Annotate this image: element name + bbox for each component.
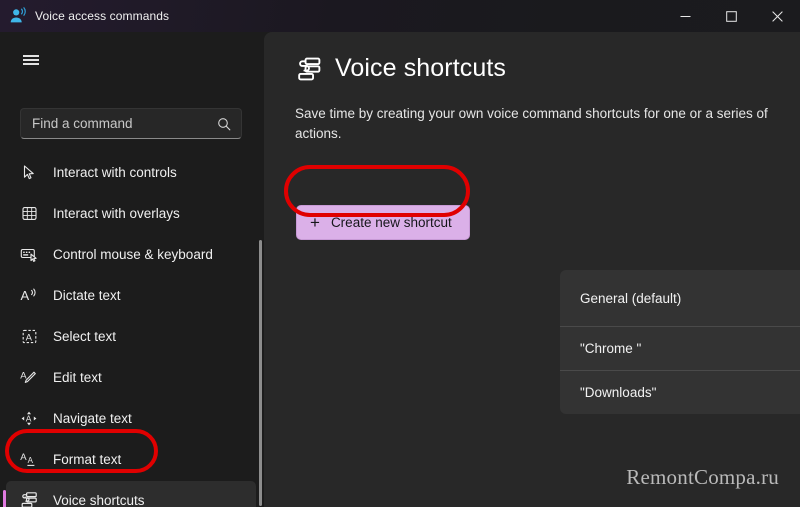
maximize-button[interactable]: [708, 0, 754, 32]
svg-text:A: A: [21, 288, 30, 303]
page-title: Voice shortcuts: [335, 54, 507, 82]
dictate-a-icon: A: [18, 284, 40, 306]
sidebar-scrollbar[interactable]: [259, 240, 262, 506]
sidebar-item-label: Control mouse & keyboard: [53, 246, 213, 262]
minimize-button[interactable]: [662, 0, 708, 32]
sidebar-item-label: Voice shortcuts: [53, 492, 145, 507]
sidebar-item-interact-with-controls[interactable]: Interact with controls: [6, 153, 256, 191]
sidebar-item-control-mouse-keyboard[interactable]: Control mouse & keyboard: [6, 235, 256, 273]
sidebar-item-format-text[interactable]: A A Format text: [6, 440, 256, 478]
sidebar-item-dictate-text[interactable]: A Dictate text: [6, 276, 256, 314]
sidebar-item-voice-shortcuts[interactable]: Voice shortcuts: [3, 481, 256, 507]
svg-text:A: A: [26, 413, 32, 423]
voice-access-icon: [9, 7, 27, 25]
sidebar-nav-list: Interact with controls Interact with ove…: [0, 150, 264, 507]
select-text-icon: A: [18, 325, 40, 347]
search-icon[interactable]: [217, 117, 231, 131]
main-content: Voice shortcuts Save time by creating yo…: [264, 32, 800, 507]
format-text-icon: A A: [18, 448, 40, 470]
sidebar-item-label: Interact with controls: [53, 164, 177, 180]
window-title: Voice access commands: [35, 9, 170, 23]
search-box[interactable]: Find a command: [20, 108, 242, 139]
hamburger-icon[interactable]: [13, 44, 49, 76]
search-input[interactable]: Find a command: [32, 116, 217, 131]
sidebar-item-label: Select text: [53, 328, 117, 344]
shortcut-label: "Chrome ": [580, 341, 642, 356]
voice-shortcuts-icon: [18, 489, 40, 507]
plus-icon: +: [310, 213, 320, 232]
sidebar-item-interact-with-overlays[interactable]: Interact with overlays: [6, 194, 256, 232]
voice-access-commands-window: Voice access commands Find a command Int…: [0, 0, 800, 507]
keyboard-mouse-icon: [18, 243, 40, 265]
grid-icon: [18, 202, 40, 224]
page-header: Voice shortcuts: [295, 54, 800, 83]
voice-shortcuts-icon: [295, 55, 322, 82]
sidebar: Find a command Interact with controls In…: [0, 32, 264, 507]
sidebar-item-label: Edit text: [53, 369, 102, 385]
watermark: RemontCompa.ru: [626, 465, 779, 489]
navigate-arrows-icon: A: [18, 407, 40, 429]
edit-pencil-icon: A: [18, 366, 40, 388]
shortcut-label: "Downloads": [580, 385, 657, 400]
selection-accent-bar: [3, 490, 6, 507]
page-description: Save time by creating your own voice com…: [295, 106, 768, 141]
svg-text:A: A: [27, 456, 33, 465]
svg-text:A: A: [25, 332, 32, 343]
sidebar-item-select-text[interactable]: A Select text: [6, 317, 256, 355]
svg-text:A: A: [20, 452, 27, 463]
window-controls: [662, 0, 800, 32]
sidebar-item-label: Navigate text: [53, 410, 132, 426]
group-header[interactable]: General (default): [560, 270, 800, 326]
sidebar-item-label: Dictate text: [53, 287, 121, 303]
close-button[interactable]: [754, 0, 800, 32]
window-titlebar: Voice access commands: [0, 0, 800, 32]
sidebar-item-label: Format text: [53, 451, 122, 467]
sidebar-item-navigate-text[interactable]: A Navigate text: [6, 399, 256, 437]
shortcuts-group-card: General (default) "Chrome " Вкл. "Downlo…: [560, 270, 800, 414]
cursor-arrow-icon: [18, 161, 40, 183]
shortcut-row-downloads[interactable]: "Downloads" Вкл.: [560, 370, 800, 414]
shortcut-row-chrome[interactable]: "Chrome " Вкл.: [560, 326, 800, 370]
group-title: General (default): [580, 290, 682, 306]
create-new-shortcut-label: Create new shortcut: [330, 215, 452, 230]
create-new-shortcut-button[interactable]: + Create new shortcut: [296, 205, 470, 240]
sidebar-item-label: Interact with overlays: [53, 205, 180, 221]
sidebar-item-edit-text[interactable]: A Edit text: [6, 358, 256, 396]
